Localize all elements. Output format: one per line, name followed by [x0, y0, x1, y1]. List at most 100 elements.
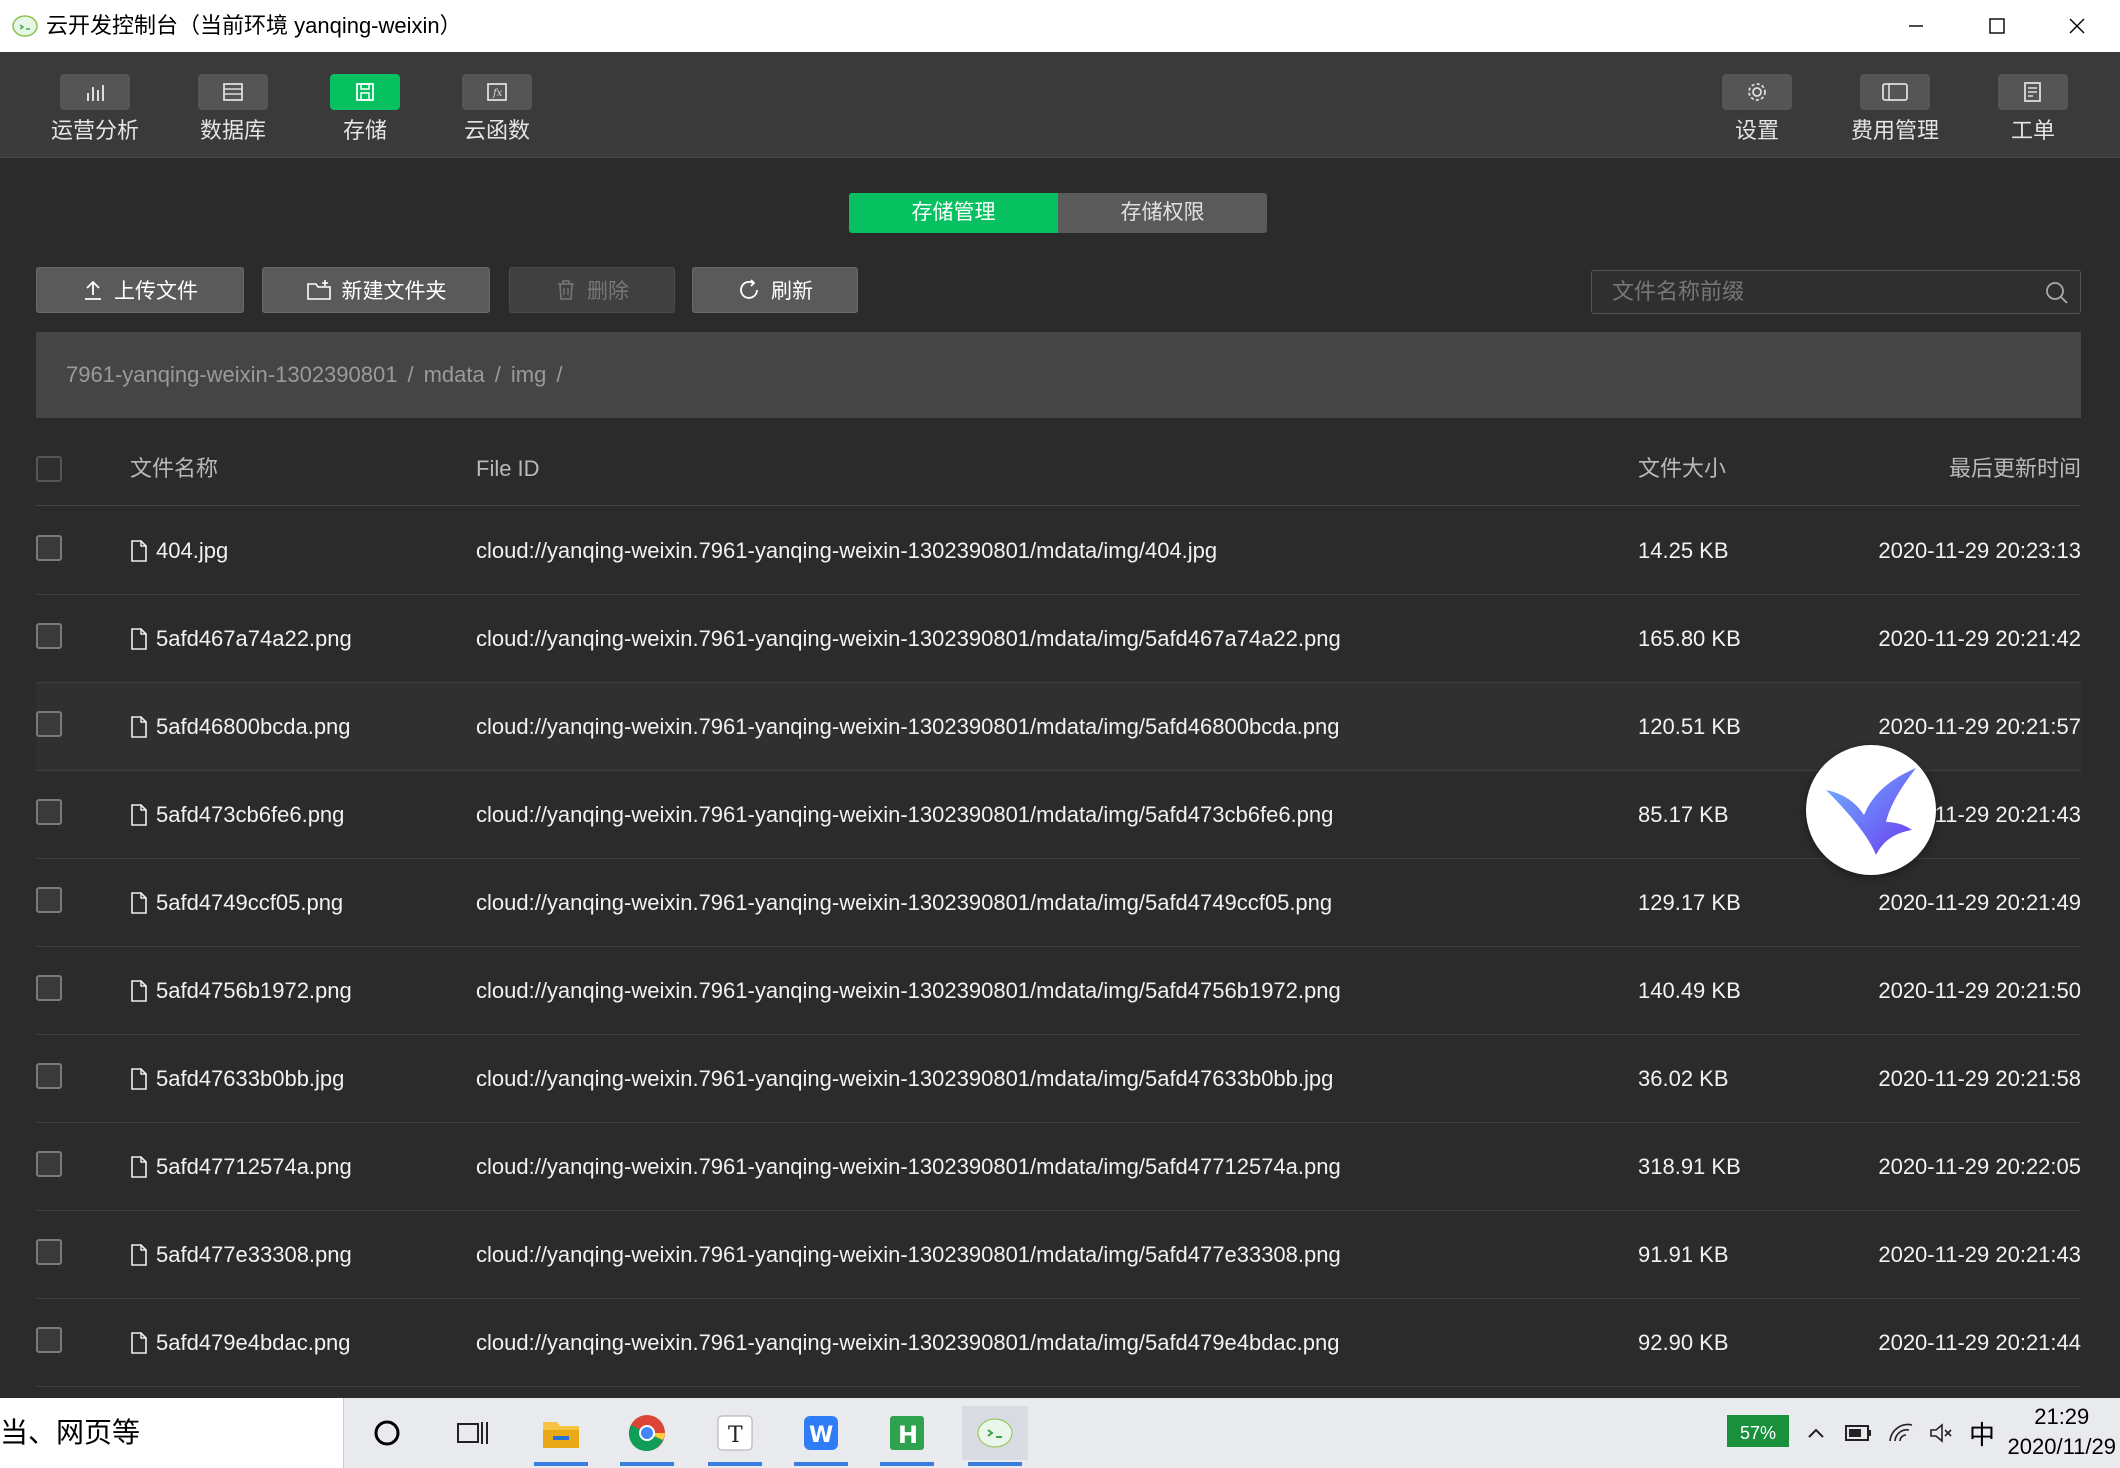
- table-row[interactable]: 5afd4749ccf05.png cloud://yanqing-weixin…: [36, 859, 2081, 947]
- file-id: cloud://yanqing-weixin.7961-yanqing-weix…: [476, 1154, 1341, 1179]
- table-row[interactable]: 5afd479e4bdac.png cloud://yanqing-weixin…: [36, 1299, 2081, 1387]
- taskbar-clock[interactable]: 21:29 2020/11/29: [2008, 1402, 2116, 1462]
- refresh-label: 刷新: [771, 280, 813, 303]
- cortana-button[interactable]: [354, 1406, 420, 1460]
- breadcrumb-separator: /: [407, 362, 414, 387]
- file-size: 85.17 KB: [1638, 802, 1729, 827]
- taskbar-hbuilder[interactable]: H: [874, 1406, 940, 1466]
- nav-item-settings[interactable]: 设置: [1702, 74, 1812, 144]
- bar-chart-icon: [60, 74, 130, 110]
- row-checkbox[interactable]: [36, 1327, 62, 1353]
- file-id: cloud://yanqing-weixin.7961-yanqing-weix…: [476, 538, 1218, 563]
- nav-item-billing[interactable]: 费用管理: [1840, 74, 1950, 144]
- taskbar-wechat-devtools[interactable]: [962, 1406, 1028, 1466]
- file-name[interactable]: 5afd47633b0bb.jpg: [156, 1035, 344, 1123]
- volume-tray-button[interactable]: [1922, 1406, 1960, 1460]
- nav-label: 费用管理: [1850, 118, 1939, 143]
- folder-icon: [543, 1422, 579, 1448]
- file-prefix-search-input[interactable]: [1592, 271, 2032, 313]
- file-name[interactable]: 5afd479e4bdac.png: [156, 1299, 351, 1387]
- minimize-button[interactable]: [1885, 0, 1947, 52]
- task-view-button[interactable]: [440, 1406, 506, 1460]
- delete-label: 删除: [587, 280, 629, 303]
- tab-storage-manage[interactable]: 存储管理: [849, 193, 1058, 233]
- search-icon[interactable]: [2044, 280, 2070, 306]
- row-checkbox[interactable]: [36, 1151, 62, 1177]
- file-name[interactable]: 5afd4749ccf05.png: [156, 859, 343, 947]
- row-checkbox[interactable]: [36, 1063, 62, 1089]
- wechat-devtools-icon: [977, 1418, 1013, 1448]
- table-row[interactable]: 404.jpg cloud://yanqing-weixin.7961-yanq…: [36, 507, 2081, 595]
- file-name[interactable]: 5afd47712574a.png: [156, 1123, 352, 1211]
- select-all-checkbox[interactable]: [36, 456, 62, 482]
- file-icon: [131, 892, 147, 914]
- upload-file-button[interactable]: 上传文件: [36, 267, 244, 313]
- table-row[interactable]: 5afd473cb6fe6.png cloud://yanqing-weixin…: [36, 771, 2081, 859]
- file-id: cloud://yanqing-weixin.7961-yanqing-weix…: [476, 626, 1341, 651]
- svg-text:W: W: [809, 1423, 833, 1448]
- nav-item-cloud-functions[interactable]: fx 云函数: [442, 74, 552, 144]
- battery-icon: [1845, 1425, 1871, 1441]
- file-name[interactable]: 5afd477e33308.png: [156, 1211, 352, 1299]
- row-checkbox[interactable]: [36, 799, 62, 825]
- row-checkbox[interactable]: [36, 887, 62, 913]
- battery-percent-badge[interactable]: 57%: [1727, 1415, 1789, 1447]
- svg-text:T: T: [728, 1423, 743, 1448]
- table-row[interactable]: 5afd47633b0bb.jpg cloud://yanqing-weixin…: [36, 1035, 2081, 1123]
- breadcrumb-mdata[interactable]: mdata: [424, 362, 485, 388]
- close-button[interactable]: [2046, 0, 2108, 52]
- file-updated-time: 2020-11-29 20:21:42: [1878, 626, 2081, 651]
- taskbar-chrome[interactable]: [614, 1406, 680, 1466]
- new-folder-button[interactable]: 新建文件夹: [262, 267, 490, 313]
- column-header-name[interactable]: 文件名称: [130, 432, 218, 506]
- table-row[interactable]: 5afd47712574a.png cloud://yanqing-weixin…: [36, 1123, 2081, 1211]
- file-icon: [131, 1332, 147, 1354]
- column-header-size[interactable]: 文件大小: [1638, 432, 1726, 506]
- row-checkbox[interactable]: [36, 623, 62, 649]
- table-row[interactable]: 5afd467a74a22.png cloud://yanqing-weixin…: [36, 595, 2081, 683]
- file-name[interactable]: 5afd473cb6fe6.png: [156, 771, 344, 859]
- refresh-button[interactable]: 刷新: [692, 267, 858, 313]
- tab-storage-permission[interactable]: 存储权限: [1058, 193, 1267, 233]
- new-folder-label: 新建文件夹: [341, 280, 447, 303]
- breadcrumb-root[interactable]: 7961-yanqing-weixin-1302390801: [66, 362, 397, 388]
- file-updated-time: 2020-11-29 20:21:43: [1878, 1242, 2081, 1267]
- wifi-tray-button[interactable]: [1882, 1406, 1920, 1460]
- battery-tray-button[interactable]: [1840, 1406, 1878, 1460]
- ime-indicator[interactable]: 中: [1962, 1406, 2002, 1460]
- floating-bird-logo[interactable]: [1806, 745, 1936, 875]
- file-size: 165.80 KB: [1638, 626, 1741, 651]
- table-row[interactable]: 5afd46800bcda.png cloud://yanqing-weixin…: [36, 683, 2081, 771]
- row-checkbox[interactable]: [36, 975, 62, 1001]
- windows-taskbar: 当、网页等 T W H 57% 中 21:29 2020/11/29: [0, 1398, 2120, 1468]
- task-view-icon: [457, 1422, 488, 1444]
- breadcrumb-img[interactable]: img: [511, 362, 546, 388]
- delete-button[interactable]: 删除: [509, 267, 675, 313]
- taskbar-search-box[interactable]: 当、网页等: [0, 1398, 344, 1468]
- nav-item-storage[interactable]: 存储: [310, 74, 420, 144]
- file-icon: [131, 540, 147, 562]
- file-name[interactable]: 404.jpg: [156, 507, 228, 595]
- table-row[interactable]: 5afd4756b1972.png cloud://yanqing-weixin…: [36, 947, 2081, 1035]
- maximize-button[interactable]: [1966, 0, 2028, 52]
- column-header-file-id: File ID: [476, 456, 540, 481]
- file-name[interactable]: 5afd4756b1972.png: [156, 947, 352, 1035]
- file-name[interactable]: 5afd467a74a22.png: [156, 595, 352, 683]
- database-icon: [198, 74, 268, 110]
- table-row[interactable]: 5afd477e33308.png cloud://yanqing-weixin…: [36, 1211, 2081, 1299]
- file-name[interactable]: 5afd46800bcda.png: [156, 683, 351, 771]
- nav-item-tickets[interactable]: 工单: [1978, 74, 2088, 144]
- column-header-updated[interactable]: 最后更新时间: [1949, 432, 2081, 506]
- taskbar-wps[interactable]: W: [788, 1406, 854, 1466]
- row-checkbox[interactable]: [36, 1239, 62, 1265]
- row-checkbox[interactable]: [36, 711, 62, 737]
- show-hidden-icons-button[interactable]: [1798, 1406, 1834, 1460]
- nav-item-database[interactable]: 数据库: [178, 74, 288, 144]
- file-size: 140.49 KB: [1638, 978, 1741, 1003]
- file-updated-time: 2020-11-29 20:21:58: [1878, 1066, 2081, 1091]
- nav-item-analytics[interactable]: 运营分析: [40, 74, 150, 144]
- taskbar-typora[interactable]: T: [702, 1406, 768, 1466]
- row-checkbox[interactable]: [36, 535, 62, 561]
- file-size: 91.91 KB: [1638, 1242, 1729, 1267]
- taskbar-file-explorer[interactable]: [528, 1406, 594, 1466]
